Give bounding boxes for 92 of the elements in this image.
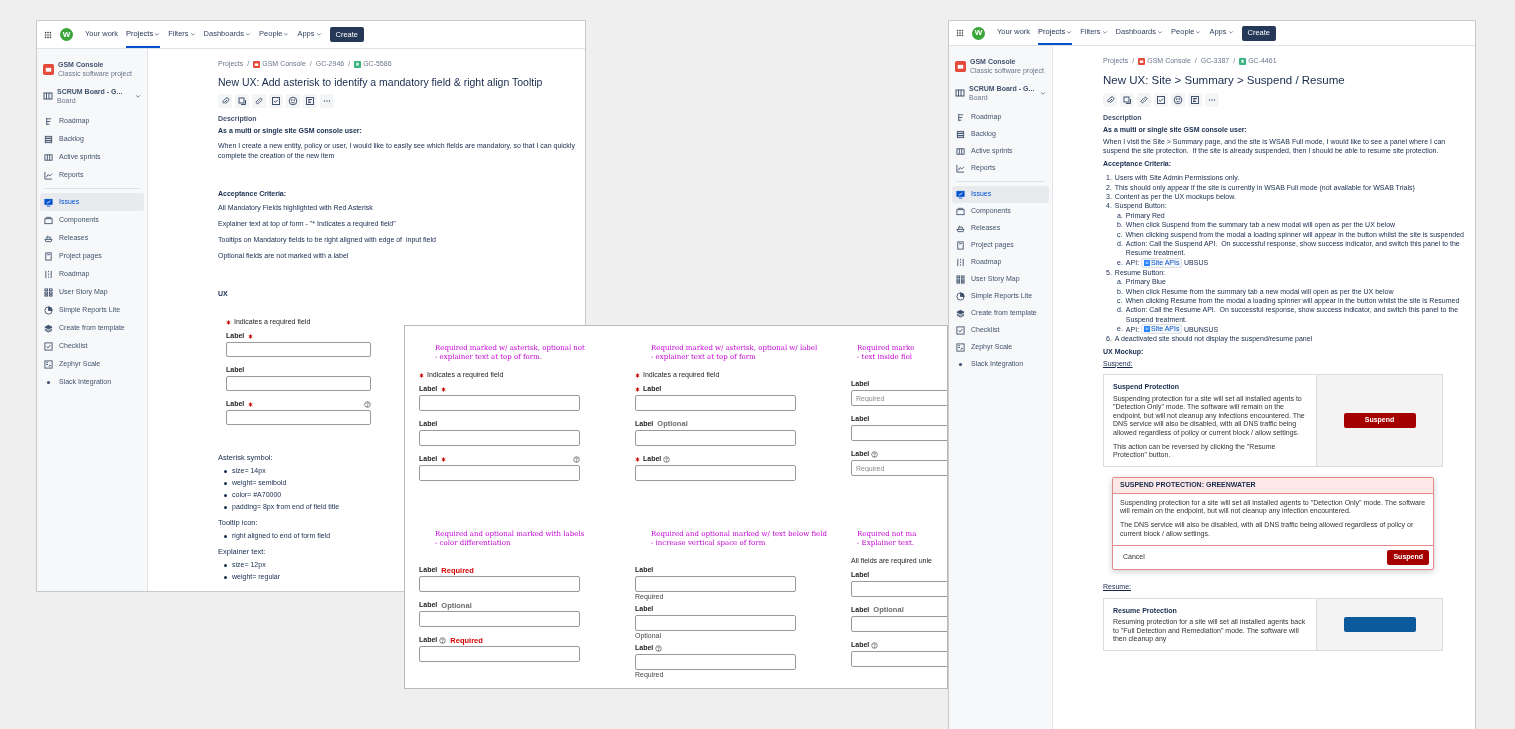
link-icon: [1139, 94, 1149, 105]
chart-box-icon: [44, 359, 53, 369]
bullet-icon: [224, 505, 227, 509]
link-button[interactable]: [252, 94, 266, 109]
grid-icon: [956, 275, 965, 284]
attachment-icon: [220, 96, 230, 107]
smiley-button[interactable]: [1171, 92, 1185, 107]
checkbox-icon: [956, 326, 965, 335]
link-icon: [254, 96, 264, 107]
issue-title: New UX: Site > Summary > Suspend / Resume: [1103, 72, 1345, 88]
pie-chart-icon: [44, 305, 53, 315]
input-field[interactable]: [635, 615, 796, 631]
bullet-icon: [224, 576, 227, 579]
input-field[interactable]: [419, 464, 580, 481]
smiley-icon: [1173, 94, 1183, 105]
checkbox-button[interactable]: [1154, 92, 1168, 107]
checkbox-icon: [1156, 94, 1166, 105]
dashed-lines-icon: [956, 258, 965, 267]
ship-icon: [44, 233, 53, 243]
input-field[interactable]: [635, 464, 796, 481]
layers-icon: [956, 309, 965, 318]
line-chart-icon: [44, 170, 53, 180]
project-icon: [253, 60, 261, 68]
bullet-icon: [224, 469, 227, 473]
input-field[interactable]: [419, 576, 580, 592]
box-icon: [956, 207, 965, 216]
checkbox-icon: [271, 96, 281, 107]
board-icon: [43, 91, 53, 101]
app-grid-icon[interactable]: [44, 30, 52, 39]
checkbox-button[interactable]: [269, 94, 283, 109]
smiley-icon: [288, 96, 298, 107]
list-doc-button[interactable]: [303, 94, 317, 109]
input-field[interactable]: [419, 611, 580, 627]
columns-icon: [44, 152, 53, 162]
attachment-icon: [1105, 94, 1115, 105]
bullet-icon: [224, 564, 227, 567]
panel-button[interactable]: [1343, 616, 1416, 632]
smiley-button[interactable]: [286, 94, 300, 109]
input-field[interactable]: [635, 576, 796, 592]
list-doc-button[interactable]: [1188, 92, 1202, 107]
dot-icon: [956, 360, 965, 369]
project-icon: [43, 63, 54, 75]
copy-button[interactable]: [1120, 92, 1134, 107]
list-doc-icon: [305, 96, 315, 107]
input-field[interactable]: [419, 646, 580, 662]
chevron-down-icon: [135, 93, 141, 99]
pie-chart-icon: [956, 292, 965, 301]
document-icon: [1143, 326, 1150, 333]
copy-button[interactable]: [235, 94, 249, 109]
attachment-button[interactable]: [218, 94, 232, 109]
chevron-down-icon: [1040, 90, 1046, 96]
chart-box-icon: [956, 343, 965, 352]
project-icon: [1138, 57, 1146, 65]
grid-icon: [44, 287, 53, 297]
copy-icon: [237, 96, 247, 107]
columns-icon: [956, 147, 965, 156]
board-icon: [955, 88, 965, 98]
document-icon: [956, 241, 965, 250]
issue-title: New UX: Add asterisk to identify a mandatory field & right align Tooltip: [218, 74, 543, 90]
layers-icon: [44, 323, 53, 333]
ship-icon: [956, 224, 965, 233]
link-button[interactable]: [1137, 92, 1151, 107]
input-field[interactable]: [226, 341, 371, 357]
line-chart-icon: [956, 164, 965, 173]
project-icon: [955, 60, 966, 72]
bars-icon: [956, 113, 965, 122]
monitor-icon: [956, 190, 965, 199]
box-icon: [44, 215, 53, 225]
bullet-icon: [224, 481, 227, 485]
stack-icon: [956, 130, 965, 139]
app-grid-icon[interactable]: [956, 29, 964, 37]
list-doc-icon: [1190, 94, 1200, 105]
checkbox-icon: [44, 341, 53, 351]
copy-icon: [1122, 94, 1132, 105]
bullet-icon: [224, 534, 227, 538]
dashed-lines-icon: [44, 269, 53, 279]
input-field[interactable]: [635, 429, 796, 446]
input-field[interactable]: [635, 394, 796, 411]
input-field[interactable]: [226, 409, 371, 425]
input-field[interactable]: [226, 375, 371, 391]
monitor-icon: [44, 197, 53, 207]
bars-icon: [44, 116, 53, 126]
input-field[interactable]: [419, 429, 580, 446]
stack-icon: [44, 134, 53, 144]
attachment-button[interactable]: [1103, 92, 1117, 107]
input-field[interactable]: [419, 394, 580, 411]
bullet-icon: [224, 493, 227, 497]
story-icon: [354, 60, 362, 68]
document-icon: [1143, 259, 1150, 266]
document-icon: [44, 251, 53, 261]
input-field[interactable]: [635, 654, 796, 670]
story-icon: [1239, 57, 1247, 65]
